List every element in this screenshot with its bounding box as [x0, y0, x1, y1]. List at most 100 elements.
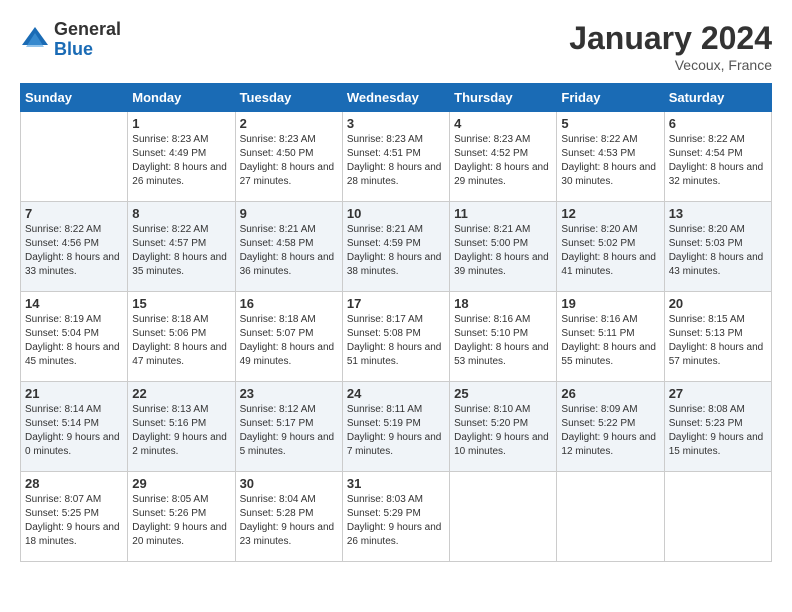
day-number: 3 [347, 116, 445, 131]
day-number: 24 [347, 386, 445, 401]
calendar-week-5: 28 Sunrise: 8:07 AM Sunset: 5:25 PM Dayli… [21, 472, 772, 562]
calendar-cell: 5 Sunrise: 8:22 AM Sunset: 4:53 PM Daylig… [557, 112, 664, 202]
calendar-cell: 31Sunrise: 8:03 AM Sunset: 5:29 PM Dayli… [342, 472, 449, 562]
day-detail: Sunrise: 8:23 AM Sunset: 4:51 PM Dayligh… [347, 133, 445, 189]
day-number: 18 [454, 296, 552, 311]
day-detail: Sunrise: 8:22 AM Sunset: 4:53 PM Dayligh… [561, 133, 659, 189]
day-detail: Sunrise: 8:10 AM Sunset: 5:20 PM Dayligh… [454, 403, 552, 459]
day-number: 14 [25, 296, 123, 311]
calendar-cell: 25 Sunrise: 8:10 AM Sunset: 5:20 PM Dayli… [450, 382, 557, 472]
calendar-cell: 26 Sunrise: 8:09 AM Sunset: 5:22 PM Dayli… [557, 382, 664, 472]
day-detail: Sunrise: 8:08 AM Sunset: 5:23 PM Dayligh… [669, 403, 767, 459]
day-detail: Sunrise: 8:22 AM Sunset: 4:54 PM Dayligh… [669, 133, 767, 189]
day-number: 30 [240, 476, 338, 491]
day-number: 22 [132, 386, 230, 401]
day-number: 5 [561, 116, 659, 131]
logo-blue-text: Blue [54, 40, 121, 60]
calendar-cell: 4Sunrise: 8:23 AM Sunset: 4:52 PM Daylig… [450, 112, 557, 202]
day-detail: Sunrise: 8:07 AM Sunset: 5:25 PM Dayligh… [25, 493, 123, 549]
calendar-cell: 28 Sunrise: 8:07 AM Sunset: 5:25 PM Dayli… [21, 472, 128, 562]
day-detail: Sunrise: 8:18 AM Sunset: 5:07 PM Dayligh… [240, 313, 338, 369]
day-detail: Sunrise: 8:22 AM Sunset: 4:56 PM Dayligh… [25, 223, 123, 279]
col-friday: Friday [557, 84, 664, 112]
col-saturday: Saturday [664, 84, 771, 112]
day-number: 7 [25, 206, 123, 221]
month-title: January 2024 [569, 20, 772, 57]
calendar-cell: 2Sunrise: 8:23 AM Sunset: 4:50 PM Daylig… [235, 112, 342, 202]
calendar-cell: 18 Sunrise: 8:16 AM Sunset: 5:10 PM Dayli… [450, 292, 557, 382]
calendar-cell: 1 Sunrise: 8:23 AM Sunset: 4:49 PM Daylig… [128, 112, 235, 202]
day-detail: Sunrise: 8:21 AM Sunset: 4:59 PM Dayligh… [347, 223, 445, 279]
day-detail: Sunrise: 8:16 AM Sunset: 5:10 PM Dayligh… [454, 313, 552, 369]
calendar-cell: 17 Sunrise: 8:17 AM Sunset: 5:08 PM Dayli… [342, 292, 449, 382]
day-number: 28 [25, 476, 123, 491]
logo-icon [20, 25, 50, 55]
day-number: 15 [132, 296, 230, 311]
day-detail: Sunrise: 8:22 AM Sunset: 4:57 PM Dayligh… [132, 223, 230, 279]
calendar-week-2: 7 Sunrise: 8:22 AM Sunset: 4:56 PM Daylig… [21, 202, 772, 292]
location: Vecoux, France [569, 57, 772, 73]
day-number: 4 [454, 116, 552, 131]
day-number: 17 [347, 296, 445, 311]
page-header: General Blue January 2024 Vecoux, France [20, 20, 772, 73]
day-number: 11 [454, 206, 552, 221]
calendar-header: Sunday Monday Tuesday Wednesday Thursday… [21, 84, 772, 112]
day-number: 8 [132, 206, 230, 221]
calendar-cell: 27 Sunrise: 8:08 AM Sunset: 5:23 PM Dayli… [664, 382, 771, 472]
title-block: January 2024 Vecoux, France [569, 20, 772, 73]
day-number: 29 [132, 476, 230, 491]
calendar-cell: 23Sunrise: 8:12 AM Sunset: 5:17 PM Dayli… [235, 382, 342, 472]
calendar-week-4: 21Sunrise: 8:14 AM Sunset: 5:14 PM Dayli… [21, 382, 772, 472]
calendar-cell: 14 Sunrise: 8:19 AM Sunset: 5:04 PM Dayli… [21, 292, 128, 382]
calendar-cell: 15 Sunrise: 8:18 AM Sunset: 5:06 PM Dayli… [128, 292, 235, 382]
calendar-cell [450, 472, 557, 562]
day-detail: Sunrise: 8:20 AM Sunset: 5:03 PM Dayligh… [669, 223, 767, 279]
calendar-week-3: 14 Sunrise: 8:19 AM Sunset: 5:04 PM Dayli… [21, 292, 772, 382]
day-detail: Sunrise: 8:14 AM Sunset: 5:14 PM Dayligh… [25, 403, 123, 459]
day-detail: Sunrise: 8:12 AM Sunset: 5:17 PM Dayligh… [240, 403, 338, 459]
calendar-cell: 21Sunrise: 8:14 AM Sunset: 5:14 PM Dayli… [21, 382, 128, 472]
day-detail: Sunrise: 8:19 AM Sunset: 5:04 PM Dayligh… [25, 313, 123, 369]
day-number: 12 [561, 206, 659, 221]
calendar-cell [664, 472, 771, 562]
day-number: 6 [669, 116, 767, 131]
day-number: 26 [561, 386, 659, 401]
calendar-cell: 16 Sunrise: 8:18 AM Sunset: 5:07 PM Dayli… [235, 292, 342, 382]
calendar-cell: 29Sunrise: 8:05 AM Sunset: 5:26 PM Dayli… [128, 472, 235, 562]
day-number: 2 [240, 116, 338, 131]
col-thursday: Thursday [450, 84, 557, 112]
calendar-cell: 30 Sunrise: 8:04 AM Sunset: 5:28 PM Dayli… [235, 472, 342, 562]
day-number: 25 [454, 386, 552, 401]
day-detail: Sunrise: 8:15 AM Sunset: 5:13 PM Dayligh… [669, 313, 767, 369]
day-detail: Sunrise: 8:21 AM Sunset: 5:00 PM Dayligh… [454, 223, 552, 279]
calendar-cell: 3 Sunrise: 8:23 AM Sunset: 4:51 PM Daylig… [342, 112, 449, 202]
calendar-cell: 8 Sunrise: 8:22 AM Sunset: 4:57 PM Daylig… [128, 202, 235, 292]
col-tuesday: Tuesday [235, 84, 342, 112]
logo: General Blue [20, 20, 121, 60]
day-number: 13 [669, 206, 767, 221]
day-number: 1 [132, 116, 230, 131]
calendar-week-1: 1 Sunrise: 8:23 AM Sunset: 4:49 PM Daylig… [21, 112, 772, 202]
day-number: 16 [240, 296, 338, 311]
calendar-cell: 24Sunrise: 8:11 AM Sunset: 5:19 PM Dayli… [342, 382, 449, 472]
day-detail: Sunrise: 8:18 AM Sunset: 5:06 PM Dayligh… [132, 313, 230, 369]
day-detail: Sunrise: 8:04 AM Sunset: 5:28 PM Dayligh… [240, 493, 338, 549]
day-detail: Sunrise: 8:13 AM Sunset: 5:16 PM Dayligh… [132, 403, 230, 459]
col-sunday: Sunday [21, 84, 128, 112]
day-detail: Sunrise: 8:17 AM Sunset: 5:08 PM Dayligh… [347, 313, 445, 369]
day-detail: Sunrise: 8:23 AM Sunset: 4:49 PM Dayligh… [132, 133, 230, 189]
day-detail: Sunrise: 8:16 AM Sunset: 5:11 PM Dayligh… [561, 313, 659, 369]
day-detail: Sunrise: 8:20 AM Sunset: 5:02 PM Dayligh… [561, 223, 659, 279]
calendar-body: 1 Sunrise: 8:23 AM Sunset: 4:49 PM Daylig… [21, 112, 772, 562]
calendar-cell: 22 Sunrise: 8:13 AM Sunset: 5:16 PM Dayli… [128, 382, 235, 472]
calendar-cell: 20Sunrise: 8:15 AM Sunset: 5:13 PM Dayli… [664, 292, 771, 382]
day-number: 27 [669, 386, 767, 401]
header-row: Sunday Monday Tuesday Wednesday Thursday… [21, 84, 772, 112]
col-wednesday: Wednesday [342, 84, 449, 112]
day-detail: Sunrise: 8:09 AM Sunset: 5:22 PM Dayligh… [561, 403, 659, 459]
day-number: 31 [347, 476, 445, 491]
calendar-cell: 13 Sunrise: 8:20 AM Sunset: 5:03 PM Dayli… [664, 202, 771, 292]
calendar-cell [557, 472, 664, 562]
calendar-table: Sunday Monday Tuesday Wednesday Thursday… [20, 83, 772, 562]
calendar-cell: 12 Sunrise: 8:20 AM Sunset: 5:02 PM Dayli… [557, 202, 664, 292]
